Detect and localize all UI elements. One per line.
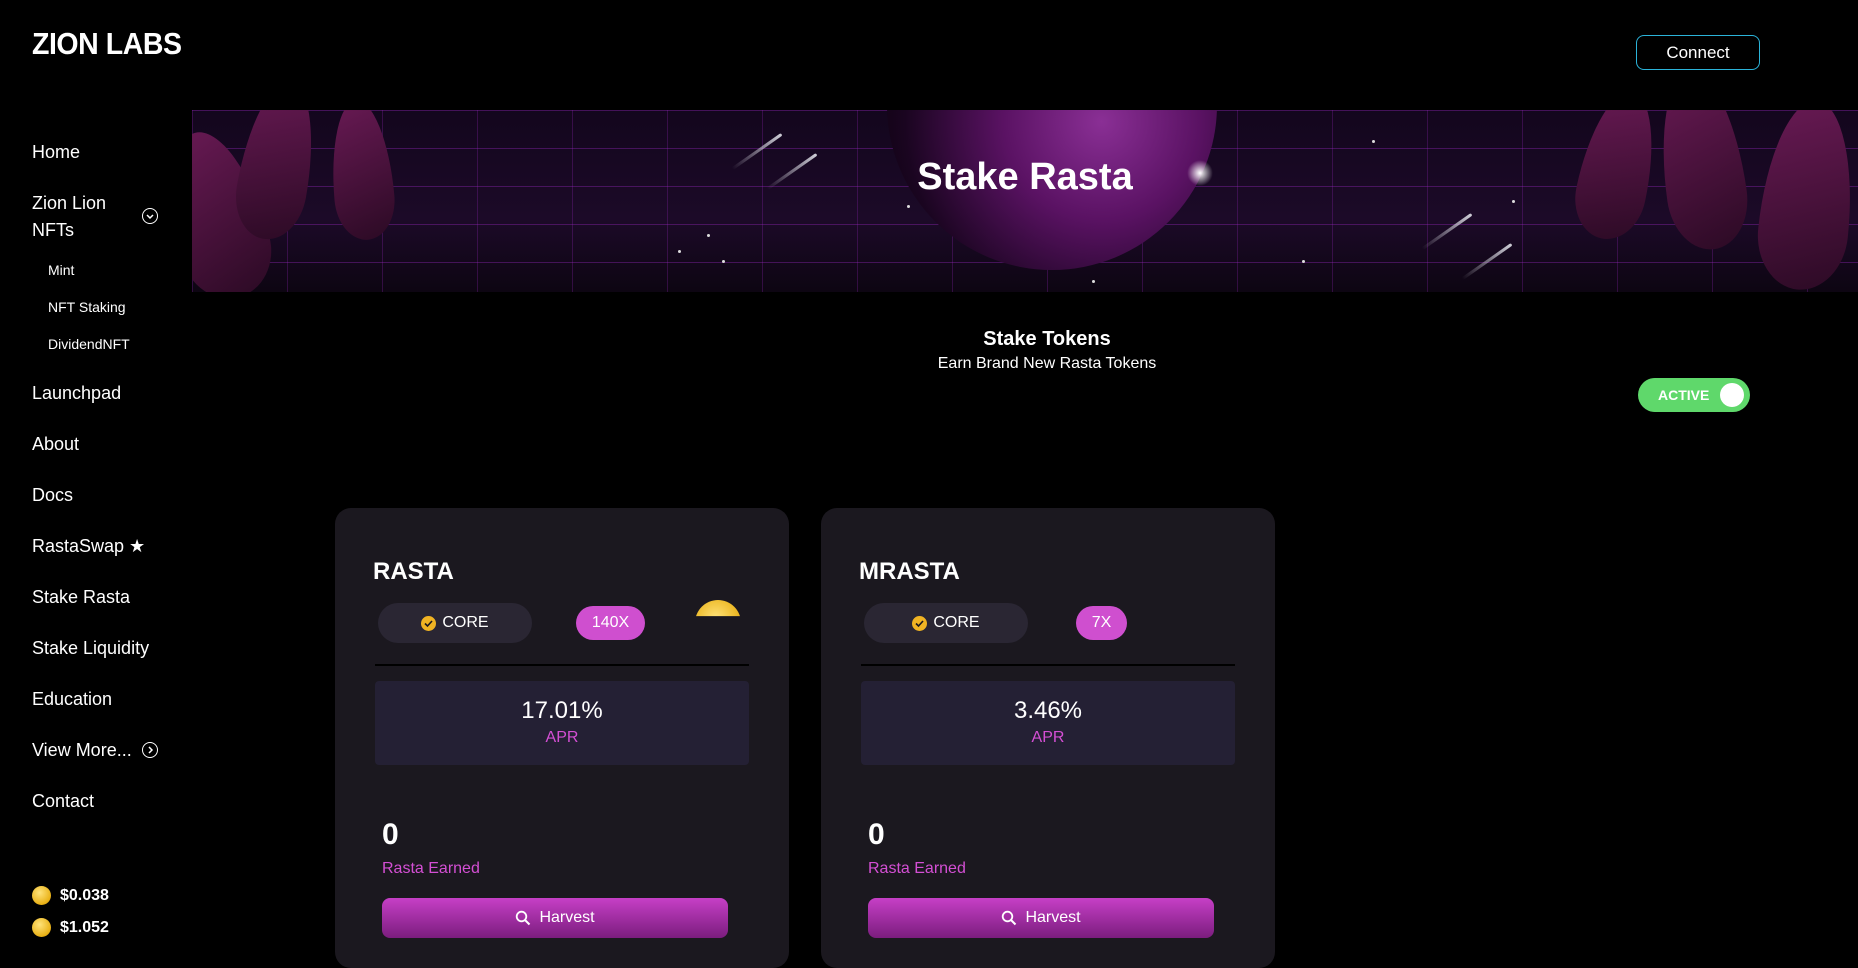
harvest-button[interactable]: Harvest bbox=[382, 898, 728, 938]
section-title: Stake Tokens bbox=[983, 328, 1111, 350]
active-toggle[interactable]: ACTIVE bbox=[1638, 378, 1750, 412]
earned-value: 0 bbox=[868, 818, 885, 851]
earned-label: Rasta Earned bbox=[868, 860, 966, 877]
pool-card-rasta: RASTA CORE 140X 17.01% APR 0 Rasta Earne… bbox=[335, 508, 789, 968]
apr-value: 17.01% bbox=[521, 697, 603, 724]
sidebar-item-stake-rasta[interactable]: Stake Rasta bbox=[32, 587, 130, 608]
sidebar-subitem-mint[interactable]: Mint bbox=[48, 262, 74, 278]
apr-value: 3.46% bbox=[1013, 697, 1083, 724]
pool-name: MRASTA bbox=[859, 558, 960, 585]
sidebar-subitem-nft-staking[interactable]: NFT Staking bbox=[48, 299, 126, 315]
check-icon bbox=[421, 615, 437, 631]
sidebar-item-home[interactable]: Home bbox=[32, 142, 80, 163]
harvest-label: Harvest bbox=[539, 909, 595, 926]
earned-label: Rasta Earned bbox=[382, 860, 480, 877]
pool-card-mrasta: MRASTA CORE 7X 3.46% APR 0 Rasta Earned … bbox=[821, 508, 1275, 968]
core-label: CORE bbox=[933, 614, 980, 631]
earned-value: 0 bbox=[382, 818, 399, 851]
multiplier-badge: 140X bbox=[576, 606, 645, 640]
sidebar-item-zion-lion-nfts-line2[interactable]: NFTs bbox=[32, 220, 74, 241]
banner-star bbox=[1372, 140, 1375, 143]
sidebar-item-about[interactable]: About bbox=[32, 434, 79, 455]
banner-star bbox=[1092, 280, 1095, 283]
apr-label: APR bbox=[1031, 729, 1065, 746]
search-icon bbox=[516, 910, 531, 926]
hero-banner: Stake Rasta bbox=[192, 110, 1858, 292]
sidebar-item-zion-lion-nfts[interactable]: Zion Lion bbox=[32, 193, 106, 214]
banner-star bbox=[907, 205, 910, 208]
chevron-right-icon[interactable] bbox=[142, 742, 158, 758]
mrasta-price: $1.052 bbox=[32, 918, 109, 937]
card-divider bbox=[375, 664, 749, 666]
sidebar-item-stake-liquidity[interactable]: Stake Liquidity bbox=[32, 638, 149, 659]
banner-star bbox=[1302, 260, 1305, 263]
apr-box: 17.01% APR bbox=[375, 681, 749, 765]
apr-label: APR bbox=[545, 729, 579, 746]
card-divider bbox=[861, 664, 1235, 666]
harvest-label: Harvest bbox=[1025, 909, 1081, 926]
page-title: Stake Rasta bbox=[917, 156, 1133, 198]
multiplier-badge: 7X bbox=[1076, 606, 1127, 640]
banner-star bbox=[678, 250, 681, 253]
mrasta-price-value: $1.052 bbox=[60, 918, 109, 936]
sidebar-nav: Home Zion Lion NFTs Mint NFT Staking Div… bbox=[0, 110, 190, 958]
harvest-button[interactable]: Harvest bbox=[868, 898, 1214, 938]
sidebar-item-docs[interactable]: Docs bbox=[32, 485, 73, 506]
rasta-token-icon bbox=[695, 600, 741, 617]
sidebar-item-contact[interactable]: Contact bbox=[32, 791, 94, 812]
rasta-price: $0.038 bbox=[32, 886, 109, 905]
search-icon bbox=[1002, 910, 1017, 926]
connect-wallet-button[interactable]: Connect bbox=[1636, 35, 1760, 70]
sidebar-item-education[interactable]: Education bbox=[32, 689, 112, 710]
banner-star bbox=[722, 260, 725, 263]
sidebar-item-launchpad[interactable]: Launchpad bbox=[32, 383, 121, 404]
sidebar-item-view-more[interactable]: View More... bbox=[32, 740, 132, 761]
sidebar-item-rastaswap[interactable]: RastaSwap ★ bbox=[32, 536, 145, 557]
chevron-down-icon[interactable] bbox=[142, 208, 158, 224]
toggle-label: ACTIVE bbox=[1658, 387, 1710, 403]
toggle-knob bbox=[1720, 383, 1744, 407]
mrasta-coin-icon bbox=[32, 918, 51, 937]
site-logo[interactable]: ZION LABS bbox=[32, 26, 182, 62]
rasta-price-value: $0.038 bbox=[60, 886, 109, 904]
banner-star bbox=[1512, 200, 1515, 203]
check-icon bbox=[912, 615, 928, 631]
core-label: CORE bbox=[442, 614, 489, 631]
rasta-coin-icon bbox=[32, 886, 51, 905]
pool-name: RASTA bbox=[373, 558, 454, 585]
apr-box: 3.46% APR bbox=[861, 681, 1235, 765]
section-subtitle: Earn Brand New Rasta Tokens bbox=[937, 355, 1157, 372]
core-badge: CORE bbox=[378, 603, 532, 643]
core-badge: CORE bbox=[864, 603, 1028, 643]
banner-star bbox=[707, 234, 710, 237]
